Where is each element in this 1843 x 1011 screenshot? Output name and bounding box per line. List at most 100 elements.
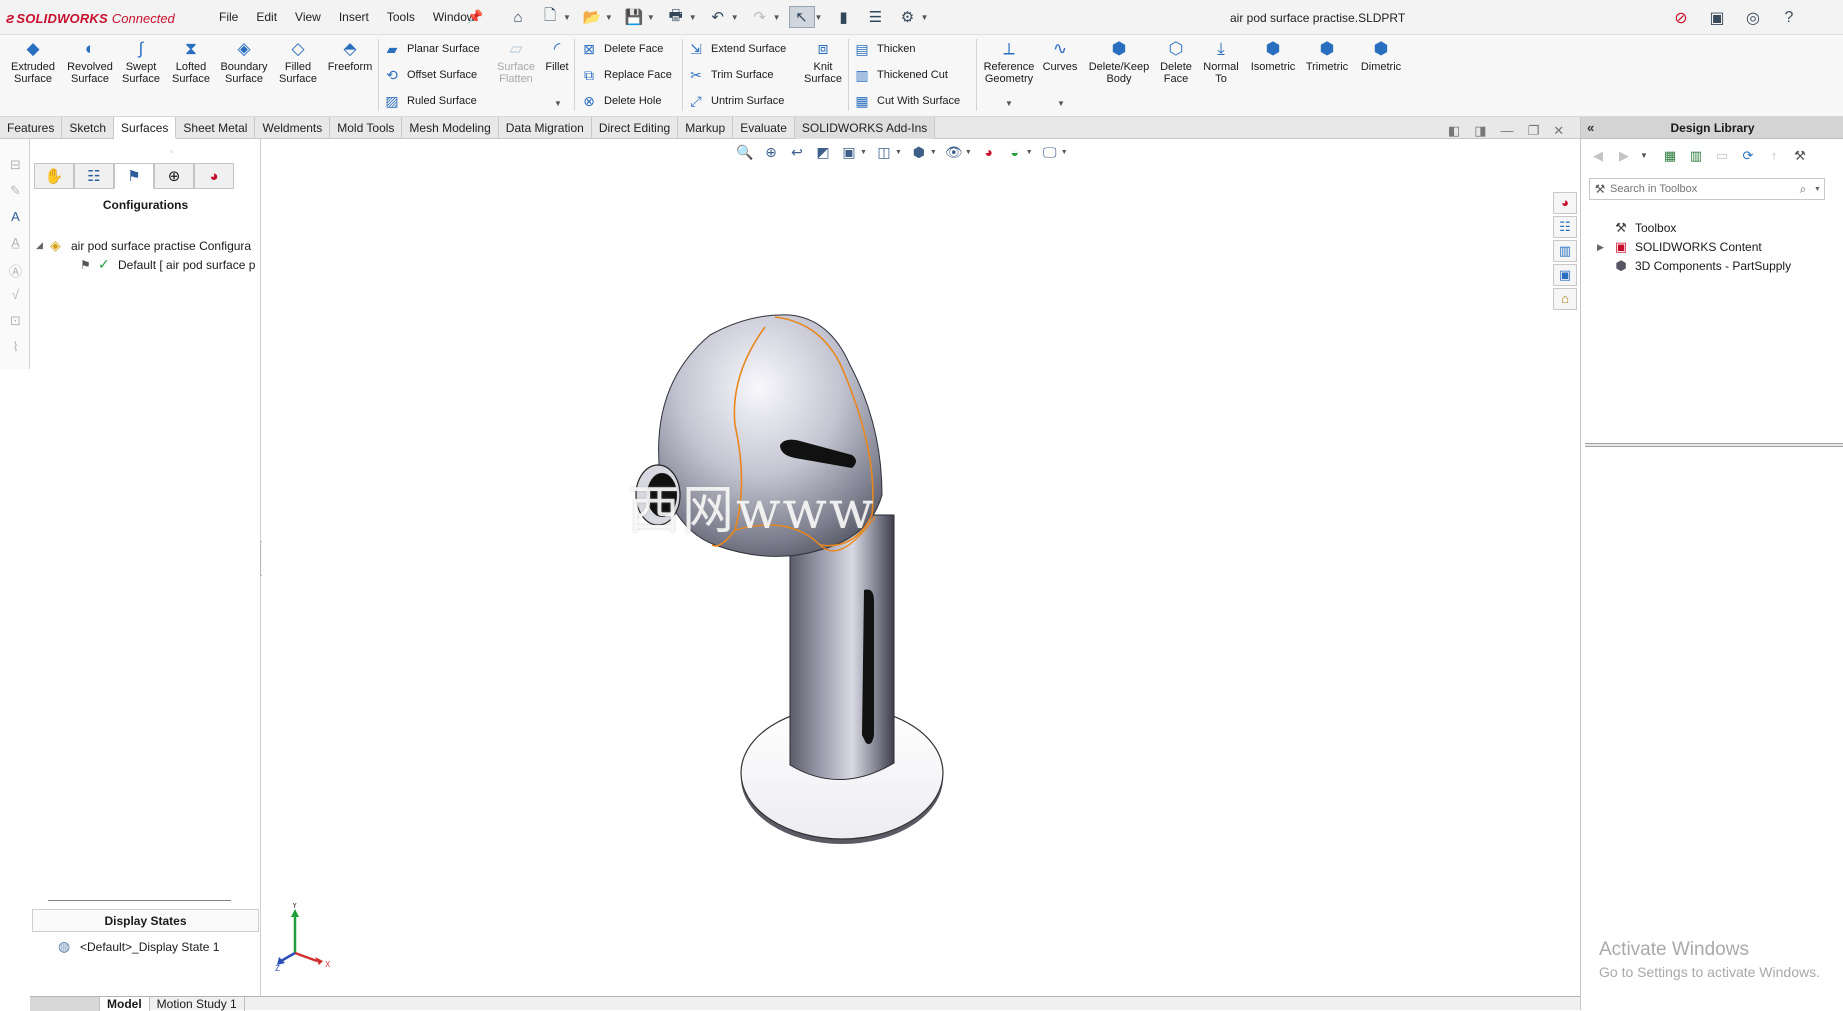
curves-button[interactable]: ∿ Curves (1034, 39, 1086, 73)
lofted-surface-button[interactable]: ⧗ Lofted Surface (164, 39, 218, 85)
tile-right-icon[interactable]: ◨ (1474, 123, 1486, 139)
delete-keep-body-button[interactable]: ⬢ Delete/Keep Body (1086, 39, 1152, 85)
datum-icon[interactable]: ⊡ (7, 313, 24, 330)
tree-root-configurations[interactable]: ◢ ◈ air pod surface practise Configura (36, 237, 261, 254)
dimetric-button[interactable]: ⬢ Dimetric (1353, 39, 1409, 73)
annotation-icon[interactable]: A (7, 209, 24, 226)
minimize-icon[interactable]: — (1501, 123, 1514, 139)
surface-finish-icon[interactable]: √ (7, 287, 24, 304)
print-dropdown-icon[interactable]: ▼ (689, 13, 697, 22)
zoom-to-fit-icon[interactable]: 🔍 (736, 143, 754, 161)
tile-left-icon[interactable]: ◧ (1448, 123, 1460, 139)
zoom-to-area-icon[interactable]: ⊕ (762, 143, 780, 161)
rebuild-icon[interactable]: ▮ (830, 6, 856, 28)
close-icon[interactable]: ✕ (1553, 123, 1564, 139)
forward-icon[interactable]: ▶ (1615, 147, 1633, 165)
back-icon[interactable]: ◀ (1589, 147, 1607, 165)
redo-icon[interactable]: ↷ (747, 6, 773, 28)
user-account-icon[interactable]: ◎ (1742, 7, 1764, 29)
smart-dimension-icon[interactable]: ⊟ (7, 157, 24, 174)
tab-model[interactable]: Model (100, 997, 150, 1011)
filled-surface-button[interactable]: ◇ Filled Surface (271, 39, 325, 85)
edit-appearance-icon[interactable]: ◕ (980, 143, 998, 161)
trim-surface-button[interactable]: ✂ Trim Surface (686, 65, 773, 85)
new-dropdown-icon[interactable]: ▼ (563, 13, 571, 22)
appearances-icon[interactable]: ⌂ (1553, 288, 1577, 310)
no-connection-icon[interactable]: ⊘ (1670, 7, 1692, 29)
toolbox-search[interactable]: ⚒ ⌕ ▼ (1589, 178, 1825, 200)
library-item-3d-components[interactable]: ⬢ 3D Components - PartSupply (1597, 258, 1791, 274)
dropdown-icon[interactable]: ▼ (965, 149, 972, 156)
view-settings-icon[interactable]: 🖵 (1041, 143, 1059, 161)
swept-surface-button[interactable]: ∫ Swept Surface (114, 39, 168, 85)
design-library-splitter[interactable] (1585, 443, 1843, 447)
tab-direct-editing[interactable]: Direct Editing (592, 117, 679, 139)
tab-weldments[interactable]: Weldments (255, 117, 331, 139)
command-prompt-icon[interactable]: ▣ (1706, 7, 1728, 29)
menu-tools[interactable]: Tools (378, 10, 424, 24)
undo-icon[interactable]: ↶ (705, 6, 731, 28)
tab-solidworks-add-ins[interactable]: SOLIDWORKS Add-Ins (794, 117, 936, 139)
dimxpert-tab-icon[interactable]: ⊕ (154, 163, 194, 189)
options-dropdown-icon[interactable]: ▼ (920, 13, 928, 22)
options-gear-icon[interactable]: ⚙ (894, 6, 920, 28)
library-item-toolbox[interactable]: ⚒ Toolbox (1597, 220, 1676, 236)
extruded-surface-button[interactable]: ◆ Extruded Surface (6, 39, 60, 85)
tab-features[interactable]: Features (0, 117, 63, 139)
tab-sheet-metal[interactable]: Sheet Metal (176, 117, 256, 139)
view-palette-icon[interactable]: ▣ (1553, 264, 1577, 286)
toolbox-search-input[interactable] (1610, 183, 1792, 195)
undo-dropdown-icon[interactable]: ▼ (731, 13, 739, 22)
previous-view-icon[interactable]: ↩ (788, 143, 806, 161)
file-properties-icon[interactable]: ☰ (862, 6, 888, 28)
property-manager-tab-icon[interactable]: ☷ (74, 163, 114, 189)
cut-with-surface-button[interactable]: ▦ Cut With Surface (852, 91, 960, 111)
panel-splitter[interactable] (48, 900, 231, 901)
extend-surface-button[interactable]: ⇲ Extend Surface (686, 39, 786, 59)
tab-data-migration[interactable]: Data Migration (499, 117, 592, 139)
file-explorer-icon[interactable]: ▥ (1553, 240, 1577, 262)
add-file-location-icon[interactable]: ▥ (1687, 147, 1705, 165)
airpod-3d-model[interactable] (620, 305, 960, 860)
apply-scene-icon[interactable]: ◒ (1006, 143, 1024, 161)
dynamic-annotation-icon[interactable]: ▣ (840, 143, 858, 161)
dropdown-icon[interactable]: ▼ (554, 99, 562, 108)
dropdown-icon[interactable]: ▼ (860, 149, 867, 156)
isometric-button[interactable]: ⬢ Isometric (1245, 39, 1301, 73)
view-orientation-icon[interactable]: ◫ (875, 143, 893, 161)
ruled-surface-button[interactable]: ▨ Ruled Surface (382, 91, 476, 111)
search-icon[interactable]: ⌕ (1792, 182, 1814, 197)
hide-show-items-icon[interactable]: 👁 (945, 143, 963, 161)
planar-surface-button[interactable]: ▰ Planar Surface (382, 39, 480, 59)
normal-to-button[interactable]: ⤓ Normal To (1196, 39, 1246, 85)
help-icon[interactable]: ? (1778, 7, 1800, 29)
revolved-surface-button[interactable]: ◐ Revolved Surface (63, 39, 117, 85)
dropdown-icon[interactable]: ▼ (1061, 149, 1068, 156)
note-icon[interactable]: A̲ (7, 235, 24, 252)
select-dropdown-icon[interactable]: ▼ (815, 13, 823, 22)
panel-grip-icon[interactable]: ◦ (170, 147, 173, 156)
freeform-button[interactable]: ⬘ Freeform (323, 39, 377, 73)
dropdown-icon[interactable]: ▼ (1057, 99, 1065, 108)
save-dropdown-icon[interactable]: ▼ (647, 13, 655, 22)
configuration-manager-tab-icon[interactable]: ⚑ (114, 163, 154, 189)
expand-arrow-icon[interactable]: ▶ (1597, 242, 1611, 253)
save-icon[interactable]: 💾 (621, 6, 647, 28)
create-new-folder-icon[interactable]: ▭ (1713, 147, 1731, 165)
design-library-icon[interactable]: ☷ (1553, 216, 1577, 238)
trimetric-button[interactable]: ⬢ Trimetric (1299, 39, 1355, 73)
tab-scroll-arrows[interactable] (30, 997, 100, 1011)
tab-mold-tools[interactable]: Mold Tools (330, 117, 403, 139)
home-icon[interactable]: ⌂ (505, 6, 531, 28)
offset-surface-button[interactable]: ⟲ Offset Surface (382, 65, 477, 85)
select-pointer-icon[interactable]: ↖ (788, 6, 815, 28)
refresh-icon[interactable]: ⟳ (1739, 147, 1757, 165)
boundary-surface-button[interactable]: ◈ Boundary Surface (217, 39, 271, 85)
dropdown-icon[interactable]: ▼ (1005, 99, 1013, 108)
menu-edit[interactable]: Edit (247, 10, 286, 24)
menu-insert[interactable]: Insert (330, 10, 378, 24)
search-dropdown-icon[interactable]: ▼ (1814, 186, 1824, 193)
delete-face-big-button[interactable]: ⬡ Delete Face (1150, 39, 1202, 85)
tab-motion-study-1[interactable]: Motion Study 1 (150, 997, 245, 1011)
knit-surface-button[interactable]: ⧈ Knit Surface (796, 39, 850, 85)
